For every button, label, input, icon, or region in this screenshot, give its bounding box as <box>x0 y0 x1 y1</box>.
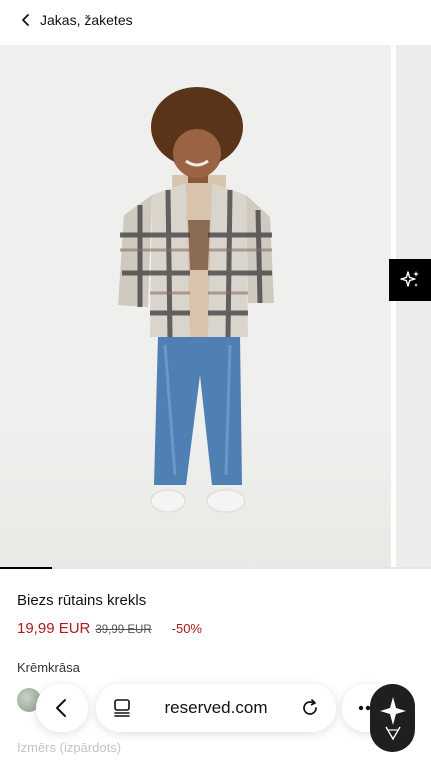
address-bar[interactable]: reserved.com <box>96 684 336 732</box>
page-menu-icon[interactable] <box>112 698 132 718</box>
product-image-gallery[interactable] <box>0 45 431 568</box>
assistant-badge[interactable] <box>370 684 415 752</box>
discount-badge: -50% <box>171 621 202 636</box>
back-to-category-link[interactable]: Jakas, žaketes <box>20 12 133 28</box>
gallery-progress-bar <box>0 567 431 569</box>
ai-style-assistant-button[interactable] <box>389 259 431 301</box>
product-photo[interactable] <box>0 45 391 568</box>
gallery-progress-fill <box>0 567 52 569</box>
next-product-photo[interactable] <box>396 45 431 568</box>
assistant-logo-icon <box>379 697 406 741</box>
sparkles-icon <box>400 271 419 287</box>
original-price: 39,99 EUR <box>95 624 152 636</box>
product-title: Biezs rūtains krekls <box>17 592 147 609</box>
size-label: Izmērs (izpārdots) <box>17 740 122 755</box>
color-name: Krēmkrāsa <box>17 660 80 675</box>
price-row: 19,99 EUR 39,99 EUR -50% <box>17 620 202 637</box>
top-bar: Jakas, žaketes <box>0 0 431 40</box>
browser-back-button[interactable] <box>36 684 88 732</box>
chevron-left-icon <box>56 699 66 717</box>
chevron-left-icon <box>22 14 29 26</box>
url-text: reserved.com <box>164 698 268 717</box>
browser-toolbar: reserved.com <box>0 680 431 736</box>
sale-price: 19,99 EUR <box>17 620 91 637</box>
reload-icon[interactable] <box>300 698 320 718</box>
model-illustration <box>118 87 274 513</box>
category-title: Jakas, žaketes <box>40 12 133 28</box>
